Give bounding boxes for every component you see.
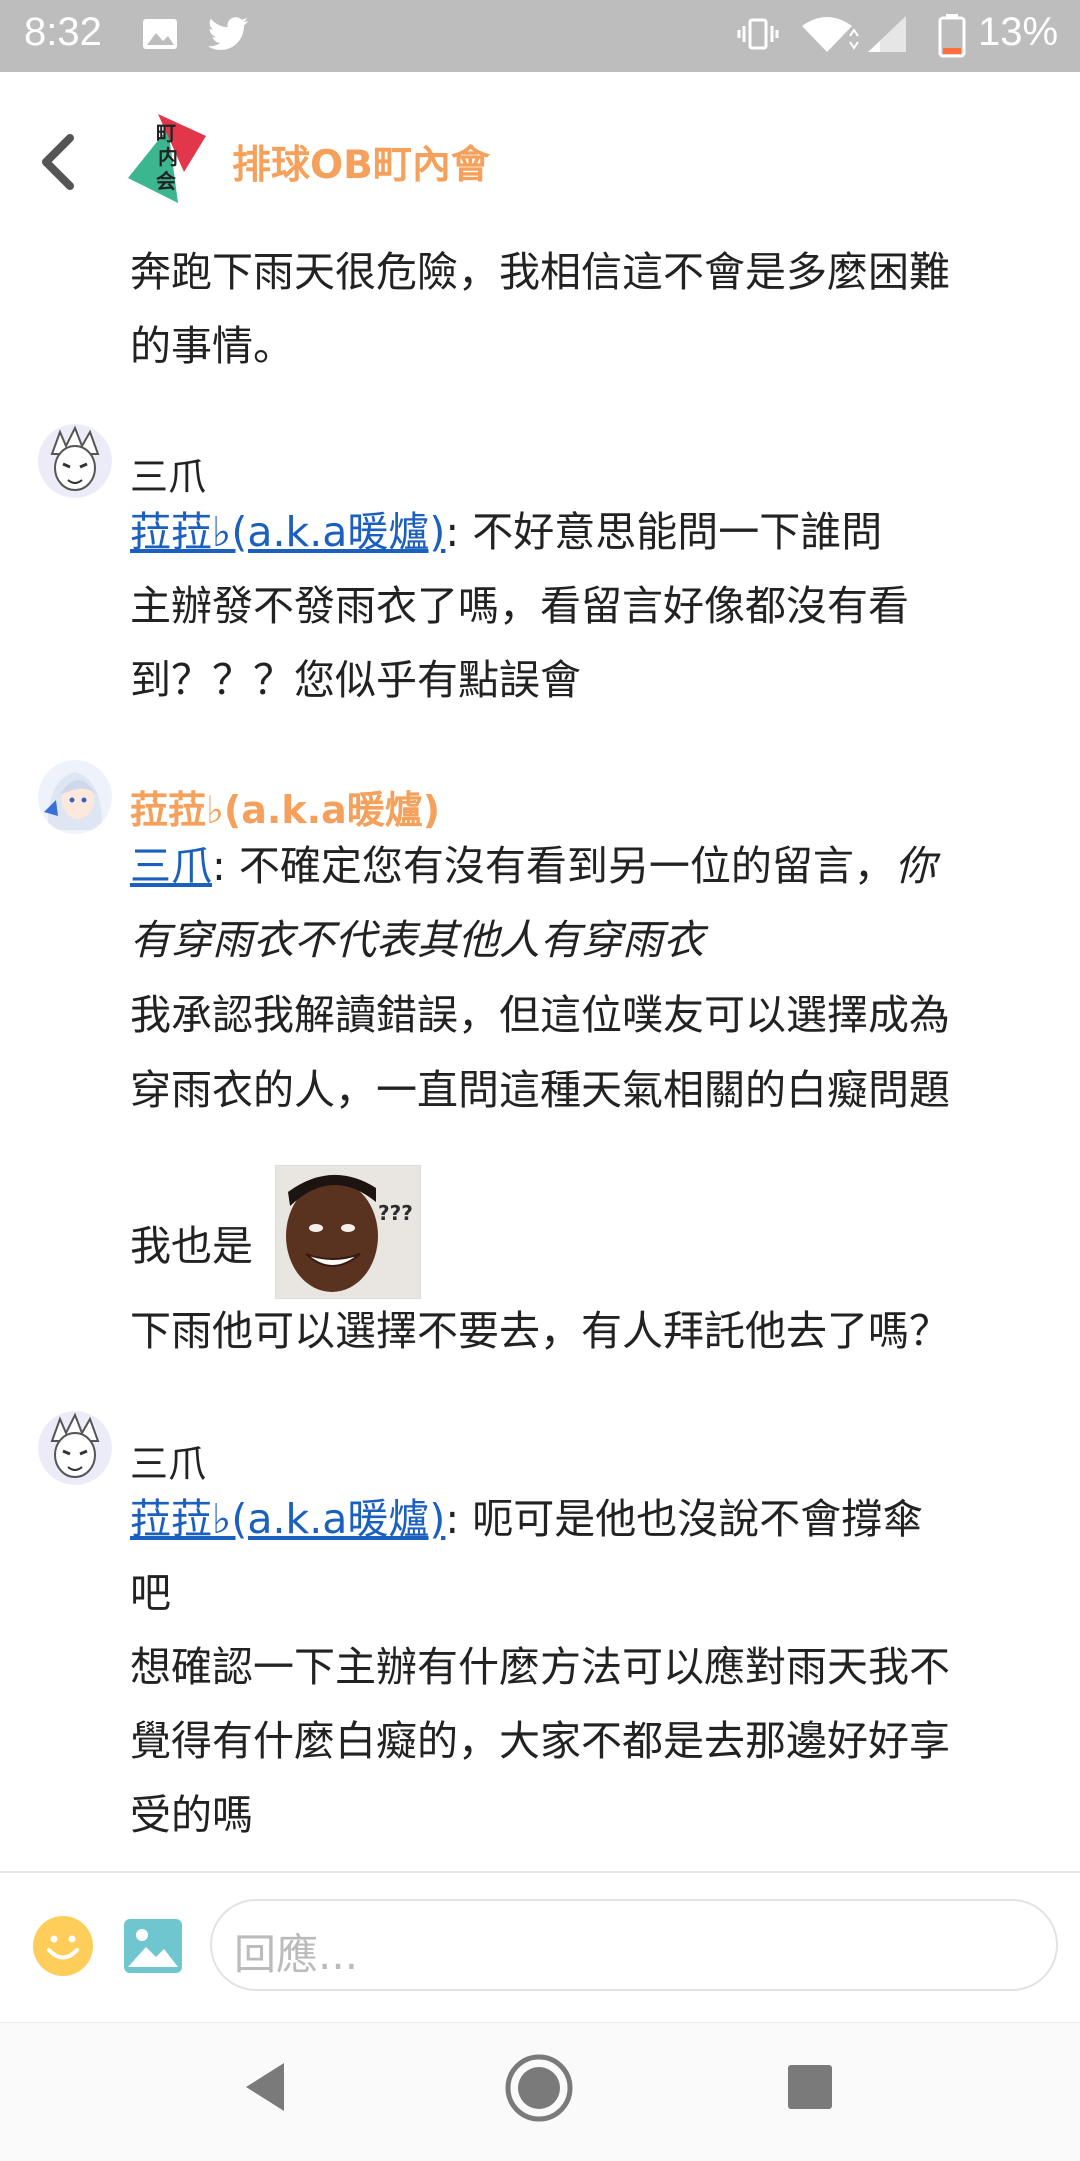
user-avatar-lala[interactable]	[38, 760, 112, 834]
vibrate-icon	[737, 18, 779, 50]
back-arrow-icon[interactable]	[34, 132, 84, 192]
message-text-line: 受的嗎	[130, 1791, 253, 1839]
battery-icon	[938, 14, 966, 58]
mention-link[interactable]: 菈菈♭(a.k.a暖爐)	[130, 508, 445, 556]
message-text-line: 覺得有什麼白癡的，大家不都是去那邊好好享	[130, 1717, 950, 1765]
message-author[interactable]: 三爪	[130, 1433, 206, 1488]
message-text-line: 我承認我解讀錯誤，但這位噗友可以選擇成為	[130, 991, 950, 1039]
status-bar: 8:32 13%	[0, 0, 1080, 72]
nav-recents-icon[interactable]	[786, 2063, 834, 2111]
message-text-line: 想確認一下主辦有什麼方法可以應對雨天我不	[130, 1643, 950, 1691]
message-text-segment: : 不確定您有沒有看到另一位的留言，	[212, 842, 895, 890]
twitter-notification-icon	[208, 17, 248, 50]
emoticon-icon[interactable]	[32, 1915, 94, 1977]
message-text-line: 奔跑下雨天很危險，我相信這不會是多麼困難	[130, 248, 950, 296]
nav-home-icon[interactable]	[504, 2053, 574, 2123]
plurk-title[interactable]: 排球OB町內會	[232, 134, 490, 190]
reply-placeholder: 回應...	[234, 1930, 359, 1979]
message-text-line: 下雨他可以選擇不要去，有人拜託他去了嗎？	[130, 1307, 950, 1355]
battery-percent: 13%	[978, 10, 1059, 54]
image-upload-icon[interactable]	[122, 1917, 184, 1975]
meme-face-illustration: ???	[276, 1166, 420, 1298]
nav-back-icon[interactable]	[240, 2059, 290, 2115]
message-text-segment: : 呃可是他也沒說不會撐傘	[445, 1495, 924, 1543]
message-text-line: 的事情。	[130, 322, 294, 370]
mention-link[interactable]: 三爪	[130, 842, 212, 890]
meme-question-marks: ???	[378, 1201, 413, 1225]
user-avatar-sanzhua[interactable]	[38, 424, 112, 498]
message-author[interactable]: 三爪	[130, 446, 206, 501]
system-nav-bar	[0, 2022, 1080, 2161]
message-text-line: 我也是	[130, 1222, 253, 1270]
plurk-header: 町 内 会 排球OB町內會	[0, 72, 1080, 242]
svg-text:会: 会	[156, 169, 176, 193]
wifi-icon	[802, 17, 859, 52]
status-time: 8:32	[24, 10, 102, 54]
italic-text: 你	[894, 842, 936, 890]
message-text-line: 菈菈♭(a.k.a暖爐): 不好意思能問一下誰問	[130, 512, 882, 553]
message-author[interactable]: 菈菈♭(a.k.a暖爐)	[130, 779, 440, 834]
svg-text:内: 内	[158, 145, 178, 169]
reply-composer: 回應...	[0, 1871, 1080, 2023]
signal-icon	[868, 16, 906, 52]
message-text-line: 到？？？您似乎有點誤會	[130, 656, 581, 704]
user-avatar-sanzhua[interactable]	[38, 1411, 112, 1485]
meme-image-nick-young[interactable]: ???	[275, 1165, 421, 1299]
group-logo-avatar[interactable]: 町 内 会	[118, 108, 218, 208]
message-text-line: 穿雨衣的人，一直問這種天氣相關的白癡問題	[130, 1066, 950, 1114]
reply-input[interactable]: 回應...	[210, 1899, 1058, 1991]
message-text-line: 吧	[130, 1569, 171, 1617]
message-text-segment: : 不好意思能問一下誰問	[445, 508, 883, 556]
message-text-line: 菈菈♭(a.k.a暖爐): 呃可是他也沒說不會撐傘	[130, 1499, 923, 1540]
svg-text:町: 町	[156, 121, 176, 145]
italic-text-line: 有穿雨衣不代表其他人有穿雨衣	[130, 916, 704, 964]
mention-link[interactable]: 菈菈♭(a.k.a暖爐)	[130, 1495, 445, 1543]
message-text-line: 三爪: 不確定您有沒有看到另一位的留言，你	[130, 846, 936, 887]
gallery-notification-icon	[143, 19, 177, 49]
message-text-line: 主辦發不發雨衣了嗎，看留言好像都沒有看	[130, 582, 909, 630]
